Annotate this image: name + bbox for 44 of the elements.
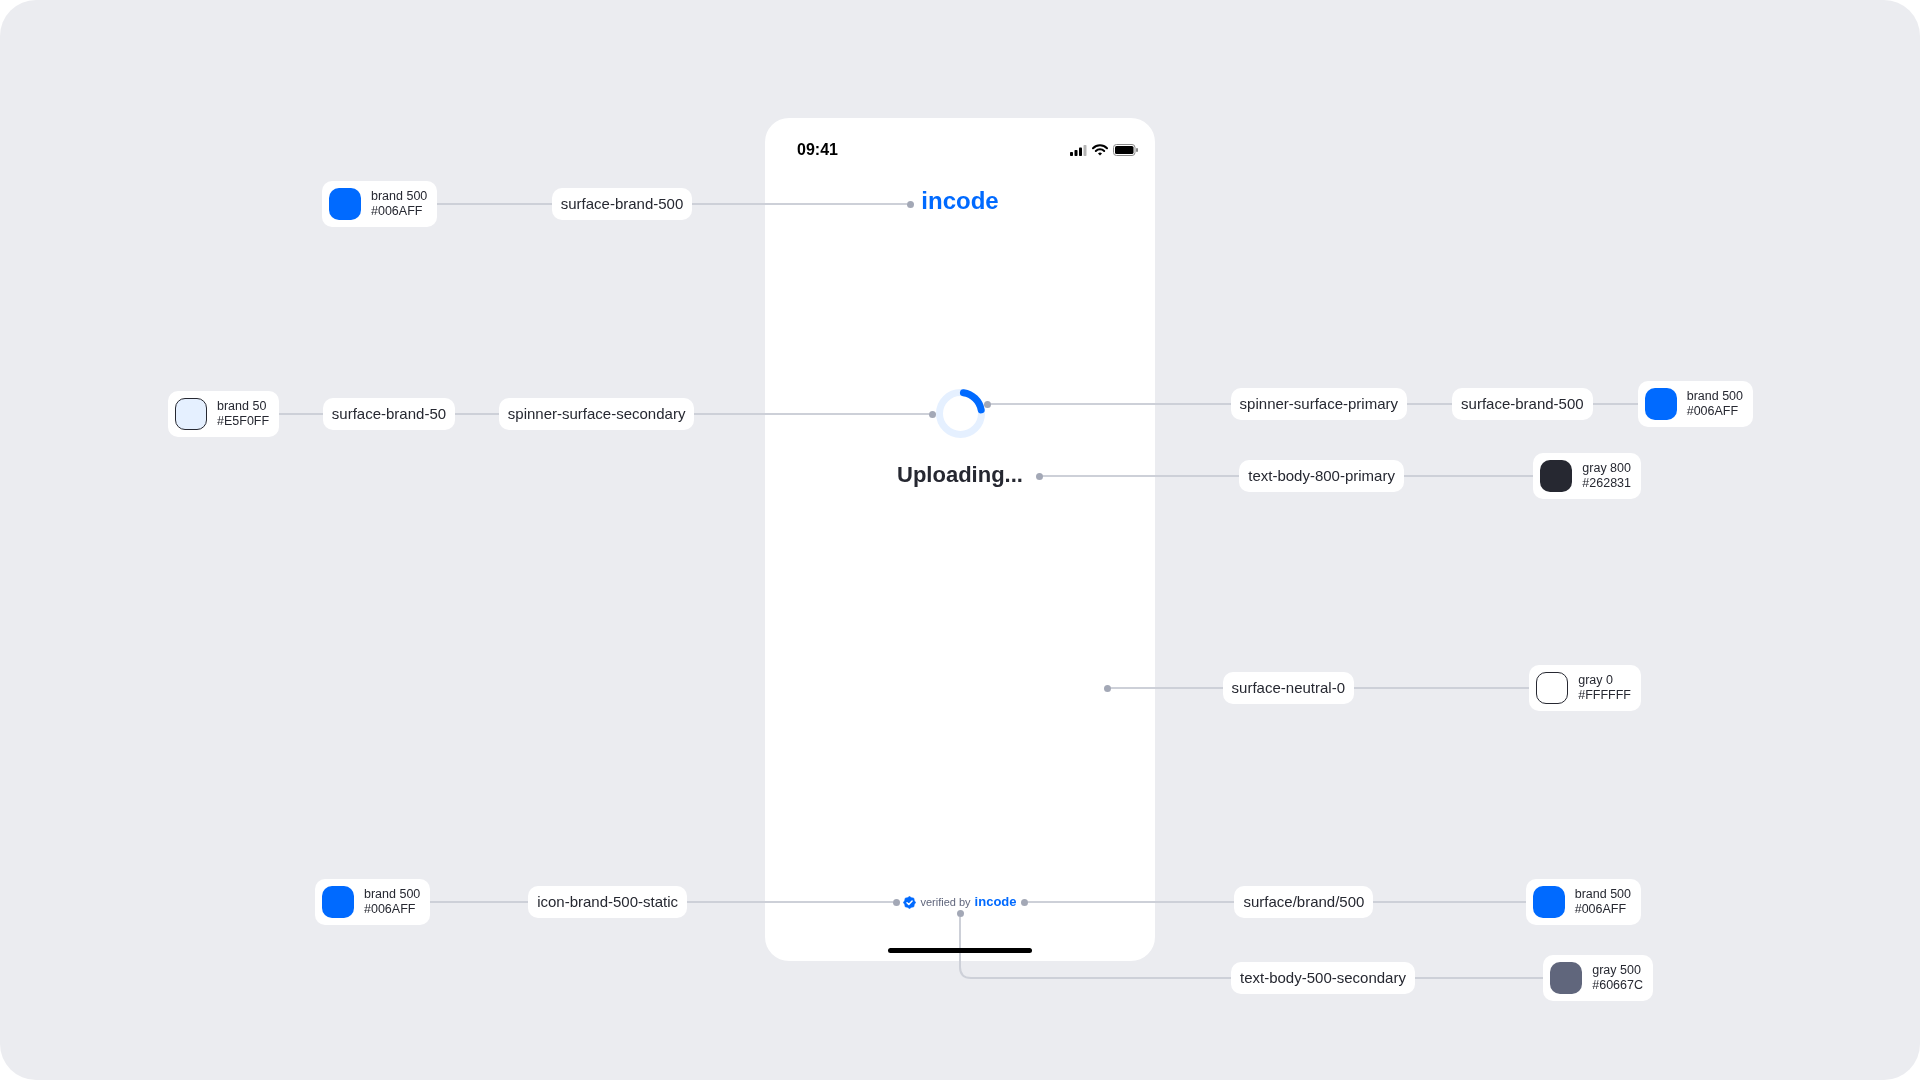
color-name: gray 500 bbox=[1592, 963, 1642, 978]
color-hex: #262831 bbox=[1582, 476, 1631, 491]
color-name: brand 50 bbox=[217, 399, 268, 414]
anchor-dot-icon bbox=[1021, 898, 1028, 906]
token-label: icon-brand-500-static bbox=[528, 886, 688, 918]
token-label: text-body-800-primary bbox=[1239, 460, 1404, 492]
battery-icon bbox=[1113, 144, 1138, 156]
token-label: text-body-500-secondary bbox=[1231, 962, 1415, 994]
anchor-dot-icon bbox=[984, 400, 991, 408]
check-badge-icon bbox=[903, 895, 917, 909]
anchor-dot-icon bbox=[893, 898, 900, 906]
color-name: brand 500 bbox=[364, 887, 421, 902]
color-hex: #006AFF bbox=[1574, 902, 1628, 917]
brand-logo: incode bbox=[921, 186, 999, 216]
token-label: surface-brand-500 bbox=[1452, 388, 1593, 420]
color-name: brand 500 bbox=[371, 189, 428, 204]
anchor-dot-icon bbox=[907, 200, 914, 208]
color-hex: #006AFF bbox=[371, 204, 424, 219]
anchor-dot-icon bbox=[956, 910, 964, 917]
footer-logo: incode bbox=[974, 894, 1017, 910]
token-label: surface-neutral-0 bbox=[1222, 672, 1354, 704]
token-label: spinner-surface-primary bbox=[1230, 388, 1407, 420]
color-hex: #FFFFFF bbox=[1578, 688, 1631, 703]
anchor-dot-icon bbox=[1104, 684, 1111, 692]
color-hex: #006AFF bbox=[1686, 404, 1740, 419]
color-hex: #60667C bbox=[1592, 978, 1643, 993]
status-time: 09:41 bbox=[797, 140, 838, 160]
token-label: spinner-surface-secondary bbox=[498, 398, 695, 430]
color-name: gray 0 bbox=[1578, 673, 1614, 688]
spinner-icon bbox=[935, 388, 985, 438]
anchor-dot-icon bbox=[1036, 472, 1043, 480]
anchor-dot-icon bbox=[929, 410, 936, 418]
token-label: surface/brand/500 bbox=[1234, 886, 1374, 918]
color-hex: #006AFF bbox=[364, 902, 417, 917]
color-name: gray 800 bbox=[1582, 461, 1631, 476]
color-hex: #E5F0FF bbox=[217, 414, 270, 429]
color-name: brand 500 bbox=[1574, 887, 1631, 902]
wifi-icon bbox=[1092, 144, 1108, 156]
signal-icon bbox=[1070, 144, 1087, 156]
footer-text: verified by bbox=[920, 895, 971, 910]
status-message: Uploading... bbox=[897, 460, 1023, 489]
token-label: surface-brand-50 bbox=[322, 398, 456, 430]
token-label: surface-brand-500 bbox=[551, 188, 693, 220]
color-name: brand 500 bbox=[1686, 389, 1743, 404]
